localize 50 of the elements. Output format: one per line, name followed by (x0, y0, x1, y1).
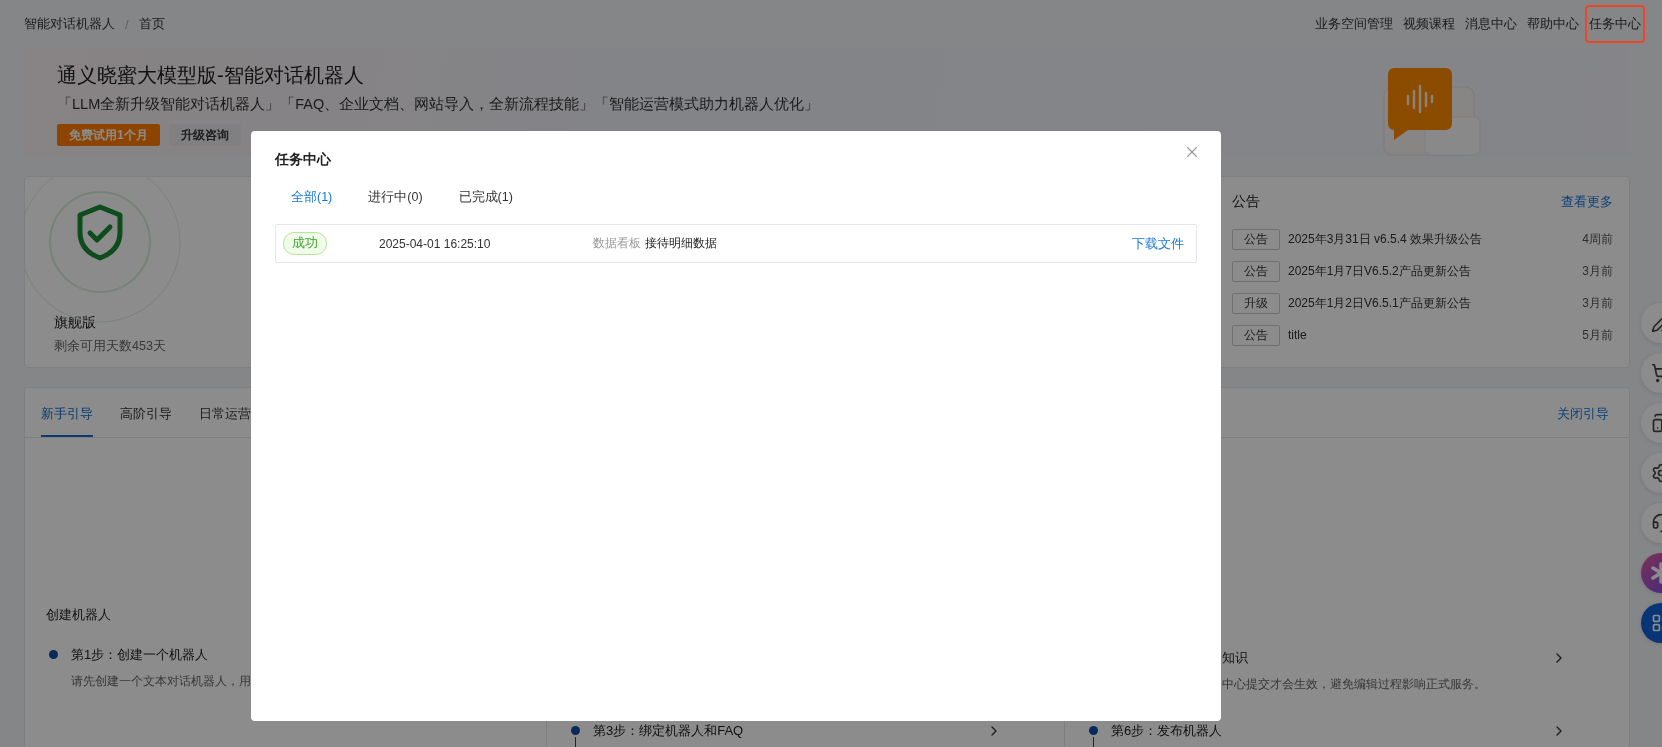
guide-tab[interactable]: 新手引导 (41, 406, 93, 437)
step-title: 第6步：发布机器人 (1111, 722, 1223, 740)
breadcrumb-separator: / (125, 16, 129, 32)
download-link[interactable]: 下载文件 (1132, 234, 1184, 253)
announcement-link[interactable]: 2025年1月2日V6.5.1产品更新公告 (1288, 294, 1575, 312)
announcement-link[interactable]: 2025年3月31日 v6.5.4 效果升级公告 (1288, 230, 1575, 248)
step-description: 请先创建一个文本对话机器人，用 (71, 673, 252, 690)
announcement-time: 4周前 (1582, 230, 1613, 248)
filter-tab[interactable]: 全部(1) (275, 183, 349, 212)
announcement-time: 3月前 (1582, 294, 1613, 312)
nav-link[interactable]: 业务空间管理 (1311, 5, 1397, 43)
plan-remaining-days: 剩余可用天数453天 (54, 338, 1204, 355)
banner-title: 通义晓蜜大模型版-智能对话机器人 (57, 63, 365, 88)
banner-tagline: 「LLM全新升级智能对话机器人」「FAQ、企业文档、网站导入，全新流程技能」「智能运营模式助力机器人优化」 (57, 95, 820, 114)
filter-tab[interactable]: 已完成(1) (442, 183, 529, 212)
consult-button[interactable]: 升级咨询 (168, 124, 241, 146)
announcement-tag: 公告 (1232, 260, 1280, 282)
step-dot (1089, 726, 1098, 735)
nav-link[interactable]: 消息中心 (1461, 5, 1521, 43)
nav-link[interactable]: 视频课程 (1399, 5, 1459, 43)
step-dot (571, 726, 580, 735)
guide-tab[interactable]: 高阶引导 (120, 406, 172, 437)
dialog-title: 任务中心 (275, 151, 331, 169)
announcement-time: 3月前 (1582, 262, 1613, 280)
filter-tab[interactable]: 进行中(0) (352, 183, 439, 212)
announcement-link[interactable]: title (1288, 328, 1575, 342)
step-title: 知识 (1222, 649, 1248, 667)
nav-link[interactable]: 任务中心 (1585, 5, 1645, 43)
plan-name: 旗舰版 (54, 314, 97, 332)
announcement-time: 5月前 (1582, 326, 1613, 344)
close-guide-link[interactable]: 关闭引导 (1557, 405, 1609, 423)
breadcrumb-current: 首页 (138, 15, 165, 33)
step-description: 中心提交才会生效，避免编辑过程影响正式服务。 (1222, 676, 1487, 693)
section-heading: 创建机器人 (45, 606, 112, 624)
breadcrumb-link[interactable]: 智能对话机器人 (24, 15, 115, 33)
task-time: 2025-04-01 16:25:10 (379, 236, 492, 251)
announcement-tag: 升级 (1232, 292, 1280, 314)
nav-link[interactable]: 帮助中心 (1523, 5, 1583, 43)
step-title: 第3步：绑定机器人和FAQ (593, 722, 744, 740)
announcement-title: 公告 (1232, 193, 1260, 211)
task-name: 接待明细数据 (645, 235, 718, 252)
status-badge: 成功 (283, 232, 327, 255)
guide-tab[interactable]: 日常运营 (199, 406, 251, 437)
step-title: 第1步：创建一个机器人 (71, 646, 209, 664)
announcement-tag: 公告 (1232, 324, 1280, 346)
announcement-link[interactable]: 2025年1月7日V6.5.2产品更新公告 (1288, 262, 1575, 280)
view-more-link[interactable]: 查看更多 (1561, 193, 1613, 211)
step-dot (49, 650, 58, 659)
task-category: 数据看板 (593, 235, 641, 252)
announcement-tag: 公告 (1232, 228, 1280, 250)
